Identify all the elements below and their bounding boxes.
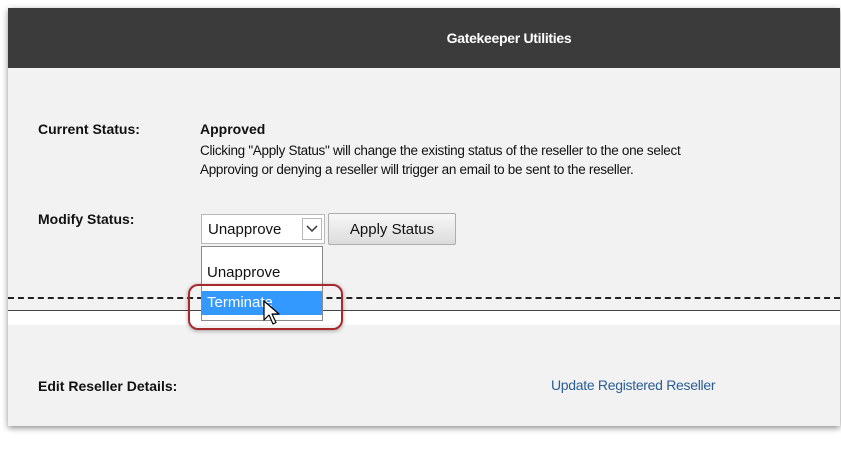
update-reseller-link[interactable]: Update Registered Reseller — [551, 377, 715, 393]
page-title: Gatekeeper Utilities — [446, 30, 572, 46]
section-gap — [8, 311, 840, 325]
mouse-cursor-icon — [263, 300, 280, 325]
edit-reseller-label: Edit Reseller Details: — [38, 378, 178, 394]
apply-status-button[interactable]: Apply Status — [328, 213, 456, 245]
option-unapprove[interactable]: Unapprove — [202, 261, 322, 285]
chevron-down-icon[interactable] — [302, 218, 322, 240]
status-note-line1: Clicking "Apply Status" will change the … — [200, 143, 681, 158]
modify-status-label: Modify Status: — [38, 211, 135, 227]
status-select-value: Unapprove — [208, 221, 282, 238]
header-bar: Gatekeeper Utilities — [8, 8, 840, 68]
current-status-label: Current Status: — [38, 121, 140, 137]
current-status-value: Approved — [200, 121, 266, 137]
dashed-divider — [8, 297, 840, 299]
status-note-line2: Approving or denying a reseller will tri… — [200, 162, 634, 177]
status-select[interactable]: Unapprove — [201, 214, 325, 244]
gatekeeper-panel: Gatekeeper Utilities Current Status: App… — [8, 8, 840, 426]
